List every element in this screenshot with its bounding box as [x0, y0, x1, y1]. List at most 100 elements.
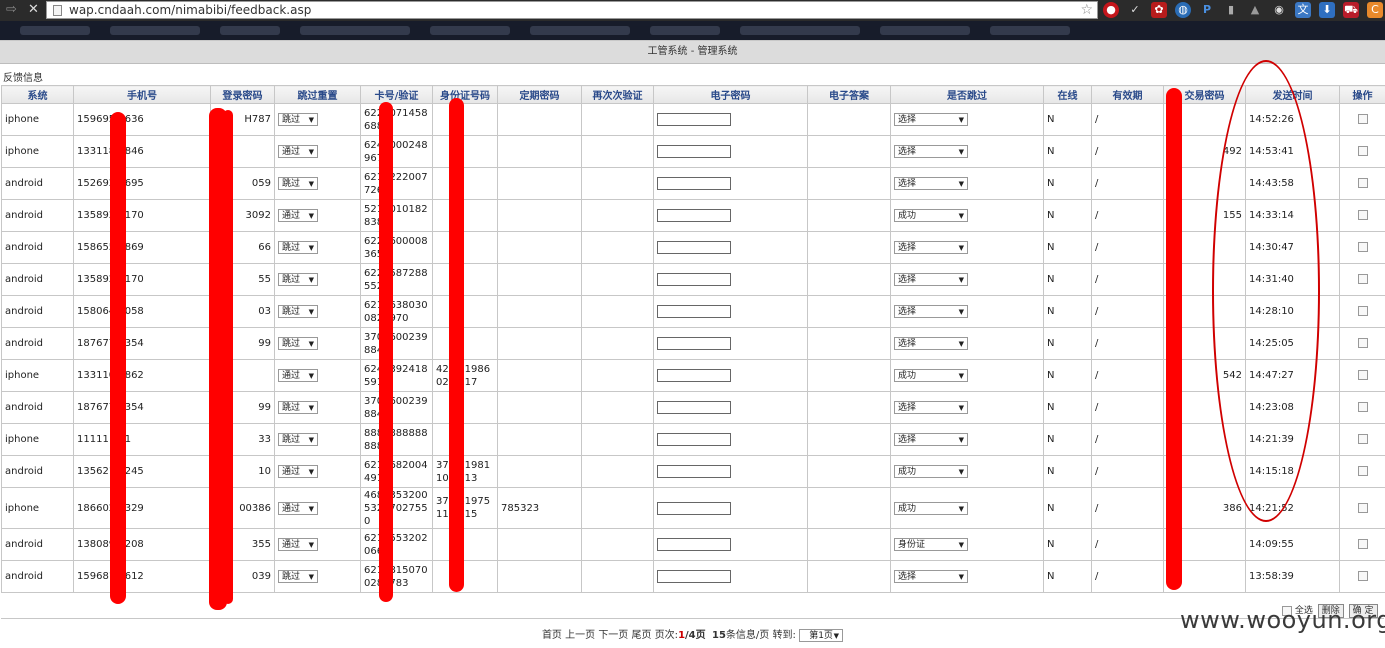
row-checkbox[interactable]: [1357, 274, 1368, 284]
e-answer-cell: [807, 327, 891, 360]
reset-select[interactable]: 通过 ▼: [278, 501, 318, 515]
row-checkbox[interactable]: [1357, 402, 1368, 412]
paw-icon[interactable]: ✿: [1151, 2, 1167, 18]
reset-select[interactable]: 通过 ▼: [278, 369, 318, 382]
skip-status-select[interactable]: 选择 ▼: [894, 177, 968, 190]
reset-select[interactable]: 跳过 ▼: [278, 113, 318, 126]
online-cell: N: [1043, 199, 1092, 232]
e-password-input[interactable]: [657, 145, 731, 158]
c-icon[interactable]: C: [1367, 2, 1383, 18]
p-icon[interactable]: P: [1199, 2, 1215, 18]
skip-status-select[interactable]: 成功 ▼: [894, 501, 968, 515]
e-password-cell: [653, 391, 808, 424]
row-checkbox[interactable]: [1357, 434, 1368, 444]
e-password-input[interactable]: [657, 337, 731, 350]
reset-select[interactable]: 跳过 ▼: [278, 433, 318, 446]
dropdown-arrow-icon: ▼: [308, 212, 314, 220]
skip-status-select[interactable]: 身份证 ▼: [894, 538, 968, 551]
reset-select[interactable]: 跳过 ▼: [278, 241, 318, 254]
globe-icon[interactable]: ◉: [1271, 2, 1287, 18]
reset-select[interactable]: 跳过 ▼: [278, 305, 318, 318]
back-arrow-icon[interactable]: ⇨: [6, 2, 17, 17]
e-password-input[interactable]: [657, 305, 731, 318]
skip-status-select[interactable]: 选择 ▼: [894, 570, 968, 583]
e-password-input[interactable]: [657, 570, 731, 583]
reset-select[interactable]: 跳过 ▼: [278, 337, 318, 350]
skip-status-select[interactable]: 选择 ▼: [894, 305, 968, 318]
row-checkbox[interactable]: [1357, 210, 1368, 220]
skip-status-select[interactable]: 选择 ▼: [894, 145, 968, 158]
last-page-link[interactable]: 尾页: [632, 630, 652, 641]
row-checkbox[interactable]: [1357, 242, 1368, 252]
skip-status-select[interactable]: 选择 ▼: [894, 273, 968, 286]
reset-select[interactable]: 通过 ▼: [278, 538, 318, 551]
e-password-input[interactable]: [657, 273, 731, 286]
select-value: 跳过: [282, 435, 301, 445]
e-password-input[interactable]: [657, 209, 731, 222]
e-password-input[interactable]: [657, 241, 731, 254]
prev-page-link[interactable]: 上一页: [565, 630, 595, 641]
translate-icon[interactable]: 文: [1295, 2, 1311, 18]
e-password-input[interactable]: [657, 433, 731, 446]
row-checkbox[interactable]: [1357, 571, 1368, 581]
select-value: 通过: [282, 503, 301, 514]
skip-status-select[interactable]: 选择 ▼: [894, 337, 968, 350]
reset-select[interactable]: 跳过 ▼: [278, 177, 318, 190]
row-checkbox[interactable]: [1357, 502, 1368, 513]
car-icon[interactable]: ⛟: [1343, 2, 1359, 18]
row-checkbox[interactable]: [1357, 539, 1368, 549]
row-checkbox[interactable]: [1357, 146, 1368, 156]
next-page-link[interactable]: 下一页: [598, 630, 628, 641]
e-password-input[interactable]: [657, 465, 731, 478]
page-label: 页次:: [654, 630, 679, 641]
reset-select[interactable]: 跳过 ▼: [278, 401, 318, 414]
bag-icon[interactable]: ▮: [1223, 2, 1239, 18]
skip-status-select[interactable]: 成功 ▼: [894, 465, 968, 478]
e-password-input[interactable]: [657, 538, 731, 551]
firefox-icon[interactable]: ◍: [1175, 2, 1191, 18]
dropdown-arrow-icon: ▼: [958, 504, 964, 513]
skip-status-select[interactable]: 选择 ▼: [894, 433, 968, 446]
goto-page-select[interactable]: 第1页 ▼: [799, 628, 844, 642]
skip-status-select[interactable]: 选择 ▼: [894, 113, 968, 126]
system-cell: iphone: [1, 135, 74, 168]
fixed-password-cell: [497, 359, 582, 392]
e-password-input[interactable]: [657, 177, 731, 190]
dropdown-arrow-icon: ▼: [958, 276, 964, 284]
row-checkbox[interactable]: [1357, 306, 1368, 316]
close-icon[interactable]: ✕: [28, 2, 39, 17]
row-checkbox[interactable]: [1357, 466, 1368, 476]
row-checkbox[interactable]: [1357, 370, 1368, 380]
e-password-input[interactable]: [657, 401, 731, 414]
check-icon[interactable]: ✓: [1127, 2, 1143, 18]
e-password-input[interactable]: [657, 113, 731, 126]
address-bar[interactable]: wap.cndaah.com/nimabibi/feedback.asp ☆: [46, 1, 1098, 19]
bookmark-star-icon[interactable]: ☆: [1080, 2, 1093, 18]
download-icon[interactable]: ⬇: [1319, 2, 1335, 18]
skip-status-select[interactable]: 选择 ▼: [894, 241, 968, 254]
e-password-input[interactable]: [657, 501, 731, 515]
pagination: 首页 上一页 下一页 尾页 页次:1/4页 15条信息/页 转到: 第1页 ▼: [0, 626, 1385, 642]
reset-select[interactable]: 通过 ▼: [278, 465, 318, 478]
first-page-link[interactable]: 首页: [542, 630, 562, 641]
row-checkbox[interactable]: [1357, 114, 1368, 124]
reset-select[interactable]: 通过 ▼: [278, 209, 318, 222]
row-checkbox[interactable]: [1357, 178, 1368, 188]
skip-status-select[interactable]: 选择 ▼: [894, 401, 968, 414]
row-checkbox[interactable]: [1357, 338, 1368, 348]
stop-icon[interactable]: ●: [1103, 2, 1119, 18]
skip-cell: 成功 ▼: [890, 359, 1044, 392]
e-password-input[interactable]: [657, 369, 731, 382]
select-value: 跳过: [282, 115, 301, 125]
skip-status-select[interactable]: 成功 ▼: [894, 209, 968, 222]
reset-select[interactable]: 跳过 ▼: [278, 570, 318, 583]
card-cell: 521 010182 838: [360, 199, 433, 232]
reset-select[interactable]: 通过 ▼: [278, 145, 318, 158]
system-cell: android: [1, 231, 74, 264]
phone-cell: 187677 354: [73, 391, 211, 424]
skip-status-select[interactable]: 成功 ▼: [894, 369, 968, 382]
select-value: 跳过: [282, 275, 301, 285]
a-icon[interactable]: ▲: [1247, 2, 1263, 18]
validity-cell: /: [1091, 455, 1164, 488]
reset-select[interactable]: 跳过 ▼: [278, 273, 318, 286]
